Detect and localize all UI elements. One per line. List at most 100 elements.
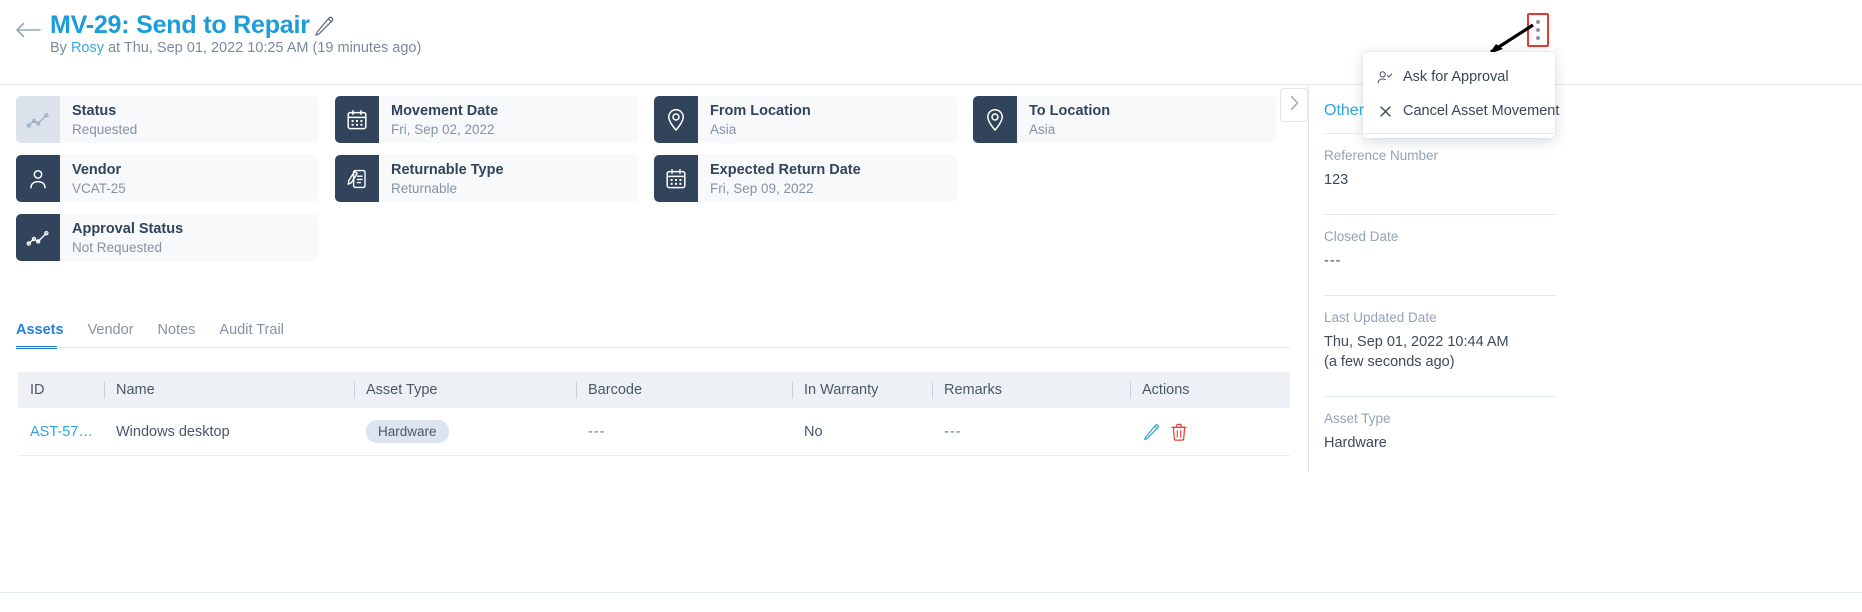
calendar-icon [654,155,698,202]
user-icon [16,155,60,202]
info-card-text: Returnable Type Returnable [379,155,504,202]
info-card-status: Status Requested [16,96,319,143]
field-label: Reference Number [1324,148,1439,163]
map-pin-icon [973,96,1017,143]
edit-icon[interactable] [1142,422,1160,442]
info-card-movement-date: Movement Date Fri, Sep 02, 2022 [335,96,638,143]
field-value: 123 [1324,172,1349,188]
info-card-row: Approval Status Not Requested [16,214,1306,261]
byline-suffix: at Thu, Sep 01, 2022 10:25 AM (19 minute… [104,40,422,56]
tab-assets[interactable]: Assets [16,320,64,346]
page-header: MV-29: Send to Repair By Rosy at Thu, Se… [0,0,1862,85]
cell-asset-type: Hardware [354,420,576,443]
line-chart-icon [16,96,60,143]
cell-remarks: --- [944,423,962,440]
table-row: AST-57… Windows desktop Hardware --- No … [18,408,1290,456]
column-header-name[interactable]: Name [104,381,354,399]
info-card-expected-return-date: Expected Return Date Fri, Sep 09, 2022 [654,155,957,202]
info-card-label: Expected Return Date [710,161,861,178]
info-card-label: Returnable Type [391,161,504,178]
info-card-value: Asia [710,121,737,137]
info-card-label: From Location [710,102,811,119]
column-header-in-warranty[interactable]: In Warranty [792,381,932,399]
info-card-value: Asia [1029,121,1056,137]
title-row: MV-29: Send to Repair [50,10,335,40]
chevron-right-icon [1289,95,1300,116]
calendar-icon [335,96,379,143]
info-card-text: From Location Asia [698,96,811,143]
column-header-asset-type[interactable]: Asset Type [354,381,576,399]
field-value: --- [1324,253,1342,269]
more-vertical-icon[interactable] [1527,13,1549,47]
row-action-icons [1142,422,1290,442]
pencil-icon[interactable] [313,13,335,37]
header-divider [0,84,1862,85]
info-card-text: Vendor VCAT-25 [60,155,126,202]
kebab-dot [1536,28,1540,32]
field-label: Asset Type [1324,411,1391,426]
asset-id-link[interactable]: AST-57… [30,424,93,440]
line-chart-icon [16,214,60,261]
tab-vendor[interactable]: Vendor [88,320,134,346]
column-header-remarks[interactable]: Remarks [932,381,1130,399]
info-card-text: Status Requested [60,96,137,143]
tab-notes[interactable]: Notes [158,320,196,346]
field-asset-type: Asset Type Hardware [1324,397,1556,466]
panel-collapse-toggle[interactable] [1280,88,1308,122]
user-check-icon [1377,69,1393,85]
field-value: Thu, Sep 01, 2022 10:44 AM (a few second… [1324,334,1509,370]
info-card-value: Fri, Sep 02, 2022 [391,121,495,137]
tab-strip: Assets Vendor Notes Audit Trail [16,318,1290,346]
panel-title: Other [1324,102,1365,119]
document-pen-icon [335,155,379,202]
delete-icon[interactable] [1170,422,1188,442]
cell-in-warranty: No [804,423,823,440]
info-card-row: Status Requested Movement Date Fri, Sep … [16,96,1306,143]
byline-prefix: By [50,40,71,56]
info-card-value: Fri, Sep 09, 2022 [710,180,814,196]
column-header-barcode[interactable]: Barcode [576,381,792,399]
kebab-dot [1536,20,1540,24]
panel-divider [1308,84,1309,472]
menu-item-ask-for-approval[interactable]: Ask for Approval [1363,60,1555,94]
field-value: Hardware [1324,435,1387,451]
info-cards: Status Requested Movement Date Fri, Sep … [16,96,1306,273]
field-closed-date: Closed Date --- [1324,215,1556,284]
menu-item-label: Ask for Approval [1403,69,1509,85]
cell-actions [1130,422,1290,442]
info-card-text: To Location Asia [1017,96,1110,143]
info-card-label: Status [72,102,117,119]
info-card-label: Vendor [72,161,122,178]
info-card-value: Requested [72,121,138,137]
info-card-value: Not Requested [72,239,163,255]
info-card-text: Approval Status Not Requested [60,214,183,261]
info-card-row: Vendor VCAT-25 Returnable Type Returnabl… [16,155,1306,202]
back-arrow-icon[interactable] [14,18,44,42]
table-header-row: ID Name Asset Type Barcode In Warranty R… [18,372,1290,408]
page-title: MV-29: Send to Repair [50,11,310,39]
info-card-value: Returnable [391,180,458,196]
info-card-to-location: To Location Asia [973,96,1276,143]
tab-audit-trail[interactable]: Audit Trail [219,320,283,346]
info-card-value: VCAT-25 [72,180,126,196]
column-header-actions[interactable]: Actions [1130,381,1290,399]
column-header-id[interactable]: ID [18,381,104,399]
map-pin-icon [654,96,698,143]
page-bottom-divider [0,592,1862,593]
info-card-label: Approval Status [72,220,184,237]
kebab-dot [1536,36,1540,40]
assets-table: ID Name Asset Type Barcode In Warranty R… [18,372,1290,456]
content-tabs: Assets Vendor Notes Audit Trail [16,318,1290,349]
info-card-returnable-type: Returnable Type Returnable [335,155,638,202]
info-card-vendor: Vendor VCAT-25 [16,155,319,202]
field-last-updated-date: Last Updated Date Thu, Sep 01, 2022 10:4… [1324,296,1556,385]
cell-barcode: --- [588,423,606,440]
asset-movement-detail-page: MV-29: Send to Repair By Rosy at Thu, Se… [0,0,1862,612]
info-card-label: To Location [1029,102,1111,119]
field-reference-number: Reference Number 123 [1324,134,1556,203]
byline: By Rosy at Thu, Sep 01, 2022 10:25 AM (1… [50,39,421,57]
asset-type-badge: Hardware [366,420,449,443]
info-card-text: Expected Return Date Fri, Sep 09, 2022 [698,155,861,202]
cell-id: AST-57… [18,422,104,442]
byline-user-link[interactable]: Rosy [71,40,104,56]
